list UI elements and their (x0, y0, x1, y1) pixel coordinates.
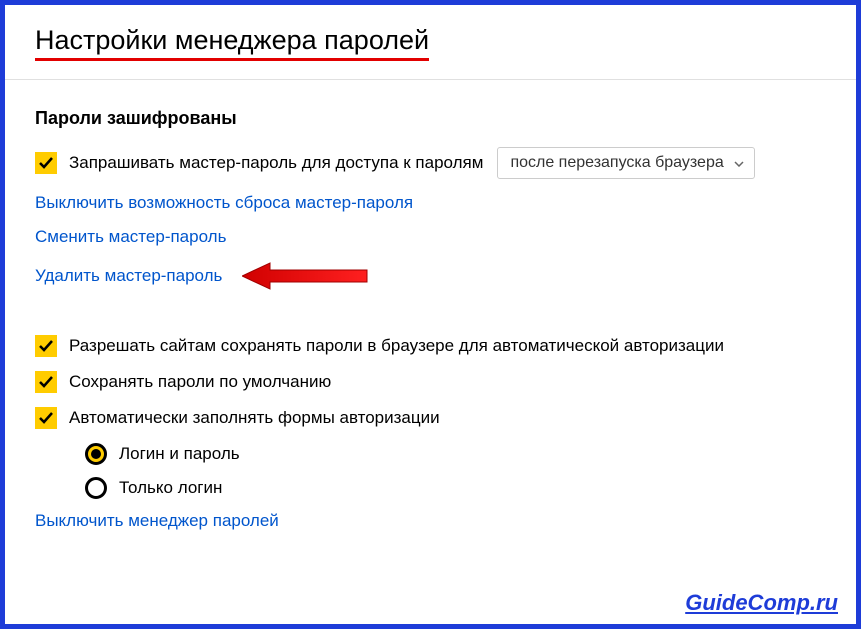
checkbox-allow-sites-save[interactable] (35, 335, 57, 357)
section-heading-encrypted: Пароли зашифрованы (35, 108, 826, 129)
row-save-default: Сохранять пароли по умолчанию (35, 371, 826, 393)
checkbox-autofill[interactable] (35, 407, 57, 429)
radio-row-login-only: Только логин (85, 477, 826, 499)
row-allow-sites-save: Разрешать сайтам сохранять пароли в брау… (35, 335, 826, 357)
watermark: GuideComp.ru (685, 590, 838, 616)
link-change-master-password[interactable]: Сменить мастер-пароль (35, 227, 226, 247)
row-request-master-password: Запрашивать мастер-пароль для доступа к … (35, 147, 826, 179)
radio-login-password[interactable] (85, 443, 107, 465)
link-delete-master-password[interactable]: Удалить мастер-пароль (35, 266, 222, 286)
link-disable-manager[interactable]: Выключить менеджер паролей (35, 511, 279, 531)
dropdown-value: после перезапуска браузера (510, 154, 723, 172)
chevron-down-icon (734, 154, 744, 172)
divider (5, 79, 856, 80)
radio-login-only[interactable] (85, 477, 107, 499)
checkbox-save-default[interactable] (35, 371, 57, 393)
label-request-master-password: Запрашивать мастер-пароль для доступа к … (69, 153, 483, 173)
settings-panel: Настройки менеджера паролей Пароли зашиф… (0, 0, 861, 629)
check-icon (38, 155, 54, 171)
link-disable-reset[interactable]: Выключить возможность сброса мастер-паро… (35, 193, 413, 213)
label-autofill: Автоматически заполнять формы авторизаци… (69, 408, 440, 428)
label-allow-sites-save: Разрешать сайтам сохранять пароли в брау… (69, 336, 724, 356)
checkbox-request-master-password[interactable] (35, 152, 57, 174)
page-title: Настройки менеджера паролей (35, 25, 429, 61)
label-login-password: Логин и пароль (119, 444, 240, 464)
row-autofill: Автоматически заполнять формы авторизаци… (35, 407, 826, 429)
arrow-annotation-icon (242, 261, 372, 291)
check-icon (38, 374, 54, 390)
radio-group-autofill-mode: Логин и пароль Только логин (85, 443, 826, 499)
radio-row-login-password: Логин и пароль (85, 443, 826, 465)
label-save-default: Сохранять пароли по умолчанию (69, 372, 331, 392)
dropdown-master-password-timing[interactable]: после перезапуска браузера (497, 147, 754, 179)
label-login-only: Только логин (119, 478, 222, 498)
check-icon (38, 410, 54, 426)
check-icon (38, 338, 54, 354)
